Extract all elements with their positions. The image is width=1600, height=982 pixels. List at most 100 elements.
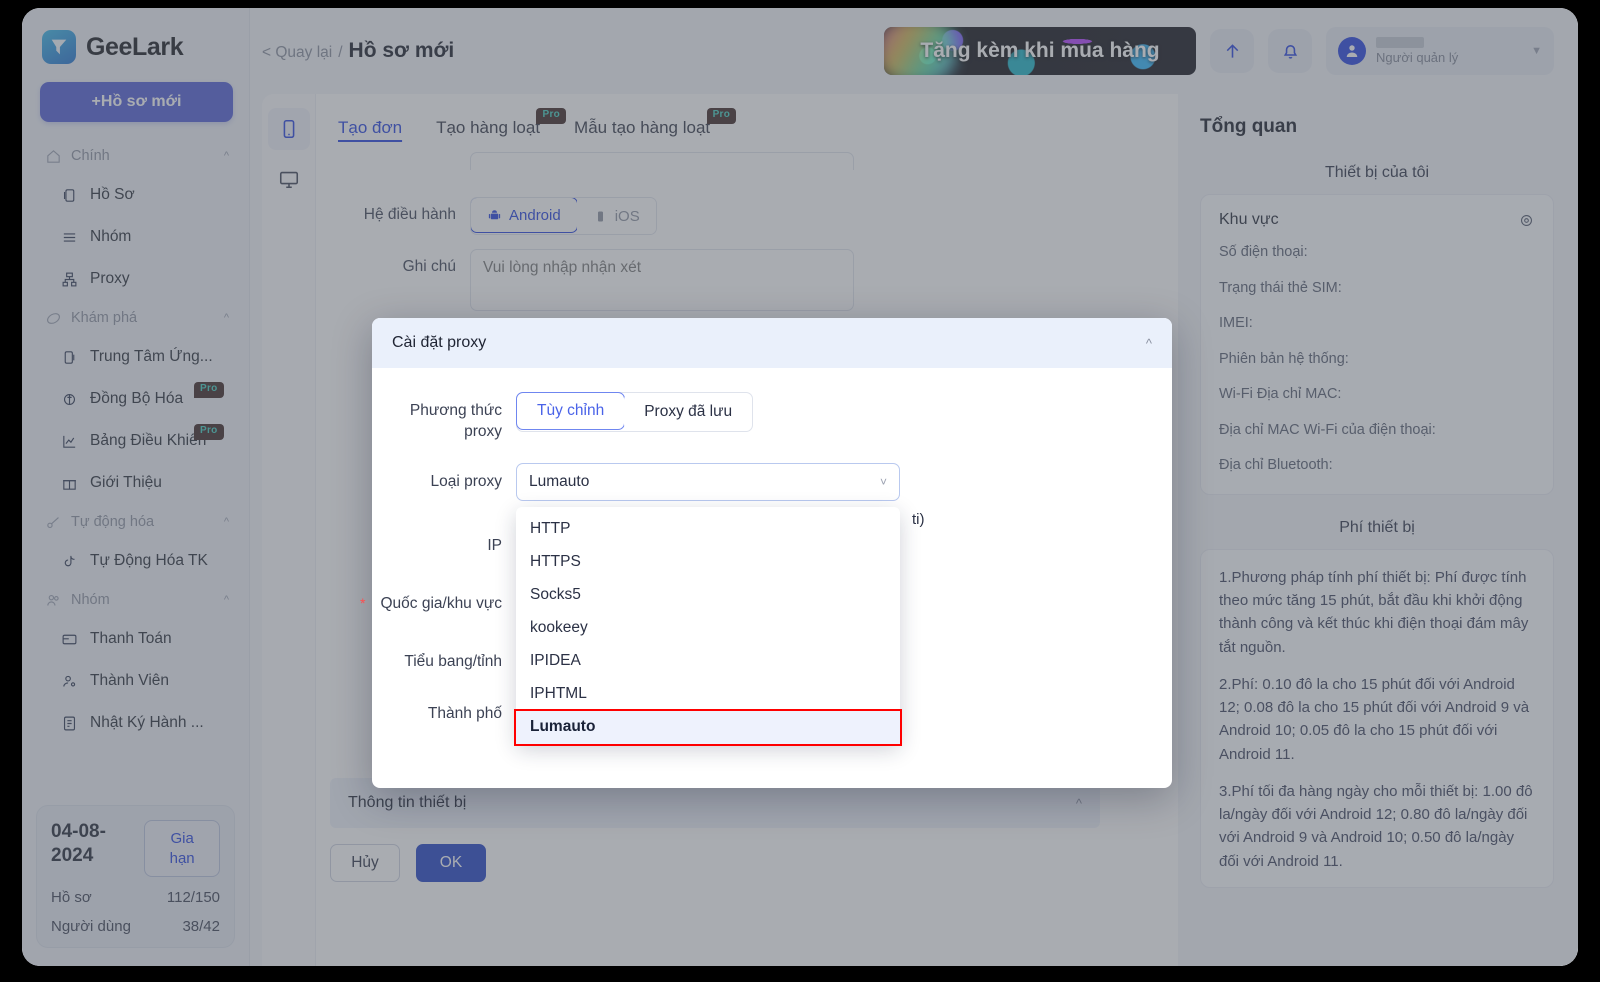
sidebar-item-label: Thành Viên — [90, 672, 169, 689]
proxy-method-saved[interactable]: Proxy đã lưu — [624, 393, 753, 431]
screenshot-root: GeeLark +Hồ sơ mới Chính ^ Hồ Sơ Nhóm Pr… — [0, 0, 1600, 982]
proxy-type-select[interactable]: Lumauto ˅ — [516, 462, 900, 501]
sidebar-group-chinh[interactable]: Chính ^ — [34, 138, 237, 174]
sidebar-item-bang-dieu-khien[interactable]: Bảng Điều Khiển Pro — [34, 420, 237, 462]
tab-tao-don[interactable]: Tạo đơn — [338, 118, 402, 146]
modal-row-method: Phương thức proxy Tùy chỉnh Proxy đã lưu — [372, 392, 1172, 443]
form-control-os: Android iOS — [470, 197, 854, 235]
automation-icon — [44, 513, 62, 531]
sidebar-item-thanh-vien[interactable]: Thành Viên — [34, 660, 237, 702]
device-field: Số điện thoại: — [1219, 244, 1308, 260]
sidebar-item-dong-bo-hoa[interactable]: Đồng Bộ Hóa Pro — [34, 378, 237, 420]
proxy-side-note: ti) — [912, 510, 925, 528]
form-row-os: Hệ điều hành Android iOS — [316, 197, 1148, 235]
tab-tao-hang-loat[interactable]: Tạo hàng loạt Pro — [436, 108, 567, 146]
form-footer-buttons: Hủy OK — [316, 828, 1148, 900]
renew-button[interactable]: Gia hạn — [144, 820, 220, 877]
android-icon — [488, 209, 501, 219]
proxy-modal-header[interactable]: Cài đặt proxy ^ — [372, 318, 1172, 368]
os-option-ios[interactable]: iOS — [576, 198, 656, 234]
cancel-button[interactable]: Hủy — [330, 844, 400, 882]
modal-row-proxy-type: Loại proxy Lumauto ˅ HTTP HTTPS Socks5 k… — [372, 462, 1172, 746]
dropdown-option-kookeey[interactable]: kookeey — [516, 612, 900, 645]
proxy-type-dropdown: HTTP HTTPS Socks5 kookeey IPIDEA IPHTML … — [514, 506, 902, 746]
fee-paragraph: 2.Phí: 0.10 đô la cho 15 phút đối với An… — [1219, 675, 1530, 763]
fee-paragraph: 3.Phí tối đa hàng ngày cho mỗi thiết bị:… — [1219, 782, 1533, 870]
sidebar-group-kham-pha[interactable]: Khám phá ^ — [34, 300, 237, 336]
os-segmented-control: Android iOS — [470, 197, 657, 235]
proxy-type-control: Lumauto ˅ HTTP HTTPS Socks5 kookeey IPID… — [514, 462, 902, 746]
user-meta: Người quản lý — [1376, 37, 1521, 65]
dropdown-option-ipidea[interactable]: IPIDEA — [516, 645, 900, 678]
sidebar-item-label: Nhóm — [90, 228, 132, 245]
chevron-up-icon: ^ — [223, 516, 229, 528]
sidebar-item-ho-so[interactable]: Hồ Sơ — [34, 174, 237, 216]
device-field: Wi-Fi Địa chỉ MAC: — [1219, 386, 1342, 403]
sidebar-nav: Chính ^ Hồ Sơ Nhóm Proxy Khám phá ^ Trun… — [22, 138, 249, 744]
apple-icon — [597, 211, 603, 221]
tab-mau-tao-hang-loat[interactable]: Mẫu tạo hàng loạt Pro — [574, 108, 737, 146]
sidebar-item-nhat-ky-hanh-dong[interactable]: Nhật Ký Hành ... — [34, 702, 237, 744]
phone-icon — [283, 119, 294, 139]
sidebar-item-nhom[interactable]: Nhóm — [34, 216, 237, 258]
sidebar-group-tu-dong-hoa[interactable]: Tự động hóa ^ — [34, 504, 237, 540]
rail-desktop-button[interactable] — [268, 158, 310, 200]
sidebar-item-gioi-thieu[interactable]: Giới Thiệu — [34, 462, 237, 504]
breadcrumb-separator: / — [338, 44, 343, 61]
region-header: Khu vực — [1219, 211, 1535, 229]
proxy-method-custom[interactable]: Tùy chỉnh — [516, 392, 626, 430]
new-profile-button[interactable]: +Hồ sơ mới — [40, 82, 233, 122]
app-store-icon — [60, 348, 78, 366]
rail-phone-button[interactable] — [267, 108, 310, 150]
dropdown-option-iphtml[interactable]: IPHTML — [516, 678, 900, 711]
promo-banner[interactable]: Tặng kèm khi mua hàng — [884, 27, 1196, 75]
sidebar-item-label: Hồ Sơ — [90, 186, 135, 203]
chevron-up-icon[interactable]: ^ — [1146, 336, 1152, 351]
home-icon — [44, 147, 62, 165]
proxy-method-control: Tùy chỉnh Proxy đã lưu — [516, 392, 900, 432]
topbar: < Quay lại / Hồ sơ mới Tặng kèm khi mua … — [250, 8, 1578, 94]
proxy-type-label: Loại proxy — [430, 472, 502, 490]
device-fee-card: 1.Phương pháp tính phí thiết bị: Phí đượ… — [1200, 548, 1554, 888]
breadcrumb-back-link[interactable]: < Quay lại — [262, 44, 332, 62]
plan-card: 04-08-2024 Gia hạn Hồ sơ 112/150 Người d… — [36, 805, 235, 948]
location-pin-icon — [1521, 214, 1532, 226]
gift-icon — [60, 474, 78, 492]
desktop-icon — [279, 171, 298, 189]
sidebar-item-proxy[interactable]: Proxy — [34, 258, 237, 300]
device-type-rail — [262, 94, 316, 966]
upload-button[interactable] — [1210, 29, 1254, 73]
my-device-card: Khu vực Số điện thoại: Trạng thái thẻ SI… — [1200, 194, 1554, 495]
notifications-button[interactable] — [1268, 29, 1312, 73]
user-name-redacted — [1376, 37, 1424, 48]
device-field: Địa chỉ Bluetooth: — [1219, 457, 1333, 474]
user-menu[interactable]: Người quản lý ▼ — [1326, 27, 1554, 75]
dropdown-option-socks5[interactable]: Socks5 — [516, 579, 900, 612]
sidebar-item-label: Trung Tâm Ứng... — [90, 348, 213, 365]
avatar — [1338, 37, 1366, 65]
list-icon — [60, 228, 78, 246]
sidebar-item-label: Nhật Ký Hành ... — [90, 714, 204, 731]
dropdown-option-lumauto[interactable]: Lumauto — [514, 708, 902, 746]
os-option-android[interactable]: Android — [470, 198, 578, 233]
sidebar-item-thanh-toan[interactable]: Thanh Toán — [34, 618, 237, 660]
dropdown-option-https[interactable]: HTTPS — [516, 546, 900, 579]
plan-expiry-date: 04-08-2024 — [51, 821, 106, 866]
geelark-logo-icon — [42, 30, 76, 64]
note-textarea[interactable] — [470, 249, 854, 311]
proxy-modal-title: Cài đặt proxy — [392, 334, 487, 351]
sidebar-group-nhom-team[interactable]: Nhóm ^ — [34, 582, 237, 618]
chevron-down-icon: ˅ — [879, 474, 887, 489]
ok-button[interactable]: OK — [416, 844, 486, 882]
plan-row-value: 38/42 — [182, 918, 220, 935]
sidebar-item-tu-dong-hoa-tk[interactable]: Tự Động Hóa TK — [34, 540, 237, 582]
truncated-input[interactable] — [470, 152, 854, 170]
form-label-os: Hệ điều hành — [363, 206, 456, 223]
sidebar-group-label: Chính — [71, 148, 110, 164]
form-label-note: Ghi chú — [402, 258, 456, 275]
dropdown-option-http[interactable]: HTTP — [516, 513, 900, 546]
brand: GeeLark — [22, 8, 249, 78]
device-field: IMEI: — [1219, 315, 1253, 332]
plan-top-row: 04-08-2024 Gia hạn — [51, 820, 220, 877]
sidebar-item-trung-tam-ung-dung[interactable]: Trung Tâm Ứng... — [34, 336, 237, 378]
